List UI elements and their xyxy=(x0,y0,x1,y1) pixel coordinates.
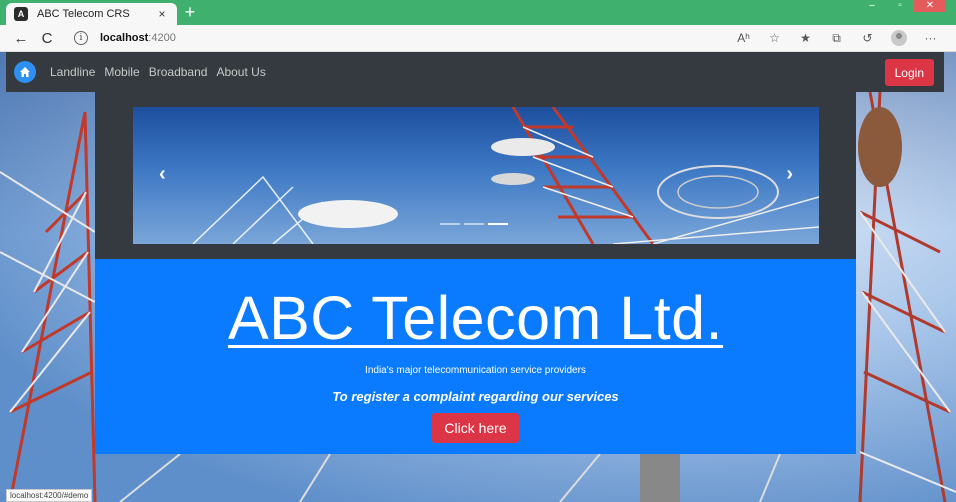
address-bar: ← C i localhost:4200 Aʰ ☆ ★ ⧉ ↺ ··· xyxy=(0,25,956,52)
tab-title: ABC Telecom CRS xyxy=(37,8,130,20)
nav-link-about-us[interactable]: About Us xyxy=(216,65,265,79)
window-controls: – ▫ ✕ xyxy=(858,0,946,12)
browser-tabstrip: A ABC Telecom CRS × + – ▫ ✕ xyxy=(0,0,956,25)
carousel-prev-icon[interactable]: ‹ xyxy=(159,163,166,186)
collections-icon[interactable]: ⧉ xyxy=(821,31,852,46)
login-button[interactable]: Login xyxy=(884,59,934,86)
carousel-indicator[interactable] xyxy=(440,223,460,225)
nav-link-mobile[interactable]: Mobile xyxy=(104,65,139,79)
nav-links: Landline Mobile Broadband About Us xyxy=(50,65,275,79)
hero-cta-text: To register a complaint regarding our se… xyxy=(332,389,619,404)
carousel-indicator-active[interactable] xyxy=(488,223,508,225)
profile-avatar-icon[interactable] xyxy=(891,30,907,46)
hero-title[interactable]: ABC Telecom Ltd. xyxy=(228,283,723,353)
page-background: Landline Mobile Broadband About Us Login xyxy=(0,52,956,502)
hero-subtitle: India's major telecommunication service … xyxy=(365,365,586,376)
status-link-preview: localhost:4200/#demo xyxy=(6,489,93,502)
browser-tab[interactable]: A ABC Telecom CRS × xyxy=(6,3,177,25)
home-brand-icon[interactable] xyxy=(14,61,36,83)
nav-link-landline[interactable]: Landline xyxy=(50,65,95,79)
carousel-indicators xyxy=(440,223,512,225)
angular-favicon-icon: A xyxy=(14,7,28,21)
click-here-button[interactable]: Click here xyxy=(432,413,519,443)
nav-link-broadband[interactable]: Broadband xyxy=(149,65,208,79)
new-tab-button[interactable]: + xyxy=(180,2,200,22)
carousel-next-icon[interactable]: › xyxy=(786,163,793,186)
url-field[interactable]: localhost:4200 xyxy=(100,32,728,44)
more-options-icon[interactable]: ··· xyxy=(915,31,946,45)
home-icon xyxy=(20,67,30,77)
history-icon[interactable]: ↺ xyxy=(852,31,883,45)
hero-jumbotron: ABC Telecom Ltd. India's major telecommu… xyxy=(95,259,856,454)
carousel-indicator[interactable] xyxy=(464,223,484,225)
url-port: :4200 xyxy=(148,32,176,44)
url-host: localhost xyxy=(100,32,149,44)
read-aloud-icon[interactable]: Aʰ xyxy=(728,31,759,45)
refresh-button[interactable]: C xyxy=(34,25,60,51)
minimize-icon[interactable]: – xyxy=(858,0,886,12)
tab-close-icon[interactable]: × xyxy=(155,7,169,21)
image-carousel: ‹ › xyxy=(133,107,819,244)
maximize-icon[interactable]: ▫ xyxy=(886,0,914,12)
favorites-icon[interactable]: ★ xyxy=(790,31,821,45)
browser-toolbar: Aʰ ☆ ★ ⧉ ↺ ··· xyxy=(728,30,946,46)
add-favorite-icon[interactable]: ☆ xyxy=(759,31,790,45)
site-info-icon[interactable]: i xyxy=(74,31,88,45)
top-navbar: Landline Mobile Broadband About Us Login xyxy=(6,52,944,92)
window-close-icon[interactable]: ✕ xyxy=(914,0,946,12)
back-button[interactable]: ← xyxy=(8,25,34,51)
